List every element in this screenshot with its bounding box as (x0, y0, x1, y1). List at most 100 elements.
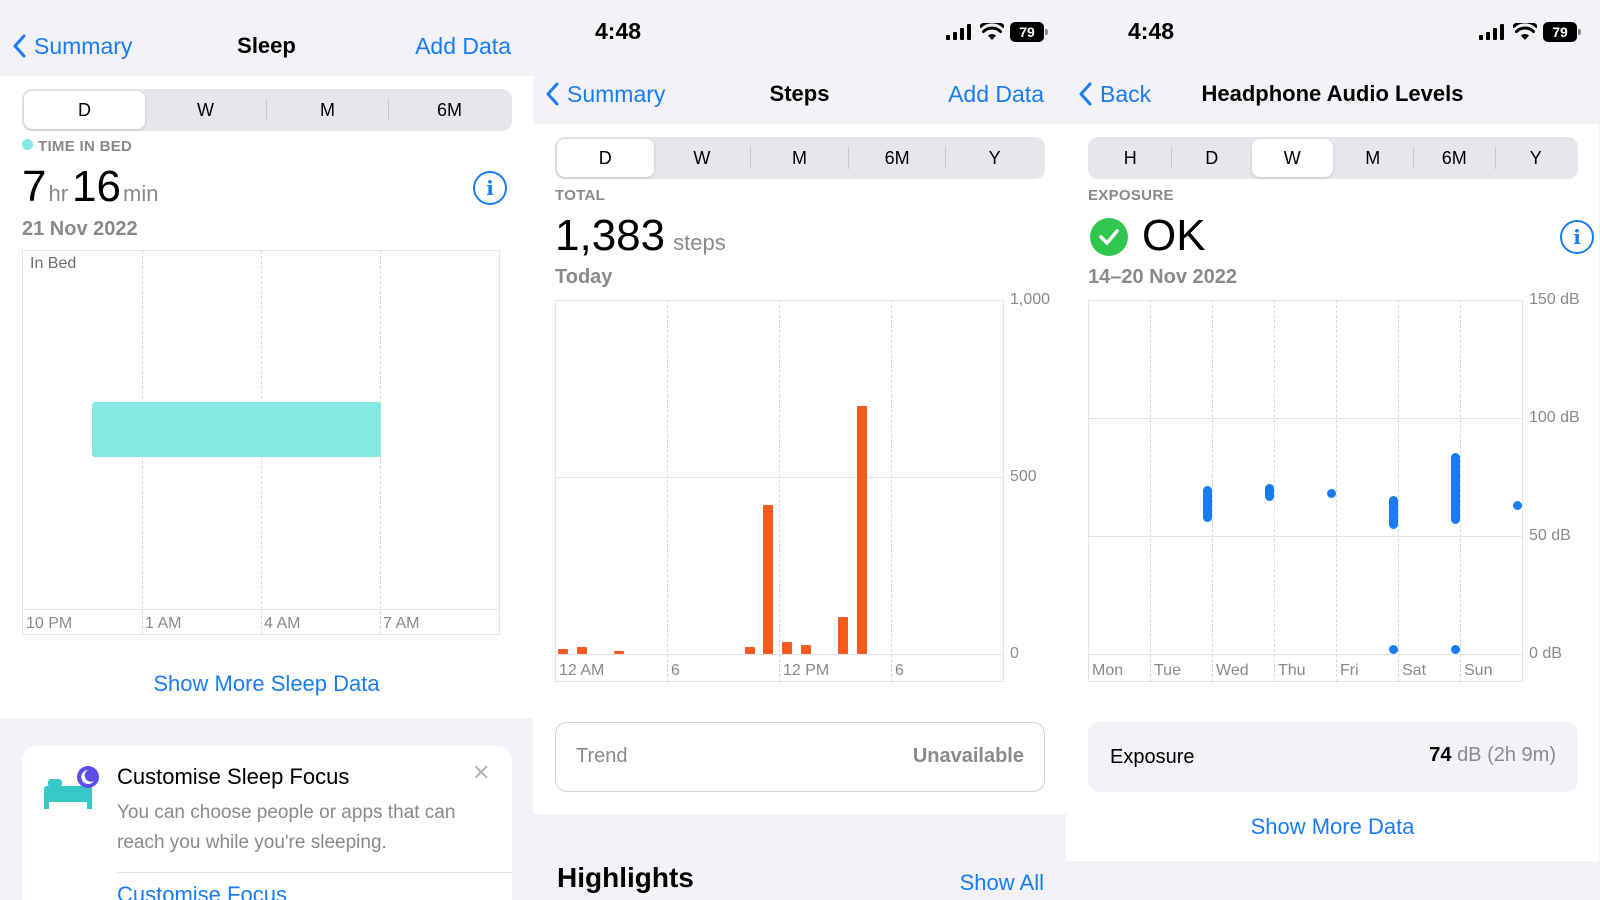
show-all-link[interactable]: Show All (960, 870, 1044, 896)
steps-bar[interactable] (800, 645, 811, 654)
audio-range-bar[interactable] (1202, 486, 1212, 522)
segment-6m[interactable]: 6M (1414, 139, 1495, 177)
trend-row[interactable]: Trend Unavailable (555, 722, 1045, 792)
y-tick-label: 50 dB (1529, 527, 1571, 544)
date-range: 14–20 Nov 2022 (1088, 266, 1238, 288)
steps-bar[interactable] (576, 646, 587, 654)
segment-d[interactable]: D (24, 91, 145, 129)
sleep-nav-bar: Summary Sleep Add Data (0, 26, 533, 66)
exposure-status: OK (1142, 211, 1206, 260)
steps-total: 1,383 steps (555, 212, 726, 267)
y-tick-label: 100 dB (1529, 409, 1580, 426)
segment-m[interactable]: M (1333, 139, 1414, 177)
audio-range-bars (1088, 300, 1522, 654)
sleep-back-label: Summary (34, 32, 133, 59)
headphone-panel: 4:48 79 Back Headphone Audio Levels H D … (1066, 0, 1599, 900)
segment-d[interactable]: D (1172, 139, 1253, 177)
headphone-back-label: Back (1100, 80, 1152, 107)
steps-back-button[interactable]: Summary (545, 81, 665, 108)
steps-bar[interactable] (763, 505, 774, 654)
audio-range-bar[interactable] (1326, 488, 1336, 499)
steps-panel: 4:48 79 Summary Steps Add Data D W M 6M (533, 0, 1066, 900)
x-tick-label: Wed (1216, 662, 1249, 679)
segment-6m[interactable]: 6M (389, 91, 510, 129)
audio-range-bar[interactable] (1388, 495, 1398, 529)
segment-w[interactable]: W (1252, 139, 1333, 177)
sleep-back-button[interactable]: Summary (12, 33, 132, 60)
sleep-add-data-button[interactable]: Add Data (415, 33, 511, 60)
exposure-label: Exposure (1110, 746, 1195, 768)
x-tick-label: Sun (1464, 662, 1493, 679)
exposure-summary-row[interactable]: Exposure 74 dB (2h 9m) (1088, 722, 1578, 792)
chart-baseline (1088, 654, 1522, 655)
segment-m[interactable]: M (751, 139, 848, 177)
exposure-value-group: 74 dB (2h 9m) (1429, 744, 1556, 767)
grid-line (1522, 300, 1523, 682)
segment-m[interactable]: M (267, 91, 388, 129)
segment-6m[interactable]: 6M (849, 139, 946, 177)
chart-row-label: In Bed (30, 255, 77, 272)
focus-card-divider (117, 872, 512, 873)
info-icon[interactable]: i (473, 171, 507, 205)
audio-range-bar[interactable] (1512, 500, 1522, 510)
steps-bar[interactable] (744, 646, 755, 654)
sleep-minutes-unit: min (123, 181, 159, 206)
time-in-bed-legend: TIME IN BED (38, 138, 133, 155)
x-tick-label: Thu (1278, 662, 1306, 679)
segment-d[interactable]: D (557, 139, 654, 177)
sleep-chart[interactable]: In Bed 10 PM 1 AM 4 AM 7 AM (22, 250, 500, 635)
x-tick-label: 6 (895, 662, 904, 679)
x-tick-label: 1 AM (145, 615, 182, 632)
close-icon[interactable]: ✕ (472, 760, 490, 786)
y-tick-label: 1,000 (1010, 291, 1051, 308)
total-caption: TOTAL (555, 187, 606, 204)
sleep-date: 21 Nov 2022 (22, 218, 138, 240)
x-tick-label: 12 PM (783, 662, 830, 679)
steps-bar[interactable] (782, 641, 792, 654)
status-time: 4:48 (1128, 18, 1175, 44)
customise-focus-link[interactable]: Customise Focus (117, 882, 287, 900)
chart-baseline (555, 654, 1003, 655)
status-time: 4:48 (595, 18, 642, 44)
segment-y[interactable]: Y (1496, 139, 1577, 177)
steps-bar[interactable] (838, 616, 848, 654)
steps-bar[interactable] (558, 648, 568, 654)
steps-chart[interactable]: 1,000 500 0 12 AM 6 12 PM 6 (555, 291, 1055, 682)
show-more-data-link[interactable]: Show More Data (1066, 814, 1599, 840)
steps-bar[interactable] (614, 651, 624, 654)
exposure-unit: dB (2h 9m) (1457, 744, 1556, 766)
show-more-sleep-data-link[interactable]: Show More Sleep Data (0, 671, 533, 697)
in-bed-bar[interactable] (92, 402, 381, 457)
segment-w[interactable]: W (654, 139, 751, 177)
chevron-left-icon (13, 34, 26, 58)
segment-w[interactable]: W (145, 91, 266, 129)
audio-range-bar[interactable] (1450, 644, 1460, 654)
steps-bar[interactable] (856, 406, 867, 654)
wifi-icon (980, 23, 1004, 40)
audio-range-bar[interactable] (1388, 644, 1398, 654)
battery-icon: 79 (1543, 22, 1581, 42)
focus-card-title: Customise Sleep Focus (117, 764, 350, 789)
status-icons: 79 (1479, 22, 1581, 42)
audio-levels-chart[interactable]: 150 dB 100 dB 50 dB 0 dB Mon Tue Wed Thu… (1088, 291, 1593, 682)
y-tick-label: 150 dB (1529, 291, 1580, 308)
audio-range-bar[interactable] (1264, 484, 1274, 501)
audio-range-bar[interactable] (1450, 453, 1460, 525)
wifi-icon (1513, 23, 1537, 40)
headphone-nav-bar: Back Headphone Audio Levels (1066, 74, 1599, 114)
info-icon[interactable]: i (1560, 220, 1594, 254)
status-bar: 4:48 79 (533, 18, 1066, 52)
headphone-back-button[interactable]: Back (1078, 81, 1151, 108)
segment-y[interactable]: Y (946, 139, 1043, 177)
chart-baseline (23, 609, 499, 610)
y-tick-label: 0 (1010, 645, 1019, 662)
focus-card-body: You can choose people or apps that can r… (117, 802, 456, 853)
steps-period-label: Today (555, 266, 613, 288)
x-tick-label: Fri (1340, 662, 1359, 679)
steps-bars (555, 300, 1003, 654)
y-tick-label: 0 dB (1529, 645, 1562, 662)
steps-add-data-button[interactable]: Add Data (948, 81, 1044, 108)
x-tick-label: Sat (1402, 662, 1427, 679)
segment-h[interactable]: H (1090, 139, 1171, 177)
status-bar: 4:48 79 (1066, 18, 1599, 52)
